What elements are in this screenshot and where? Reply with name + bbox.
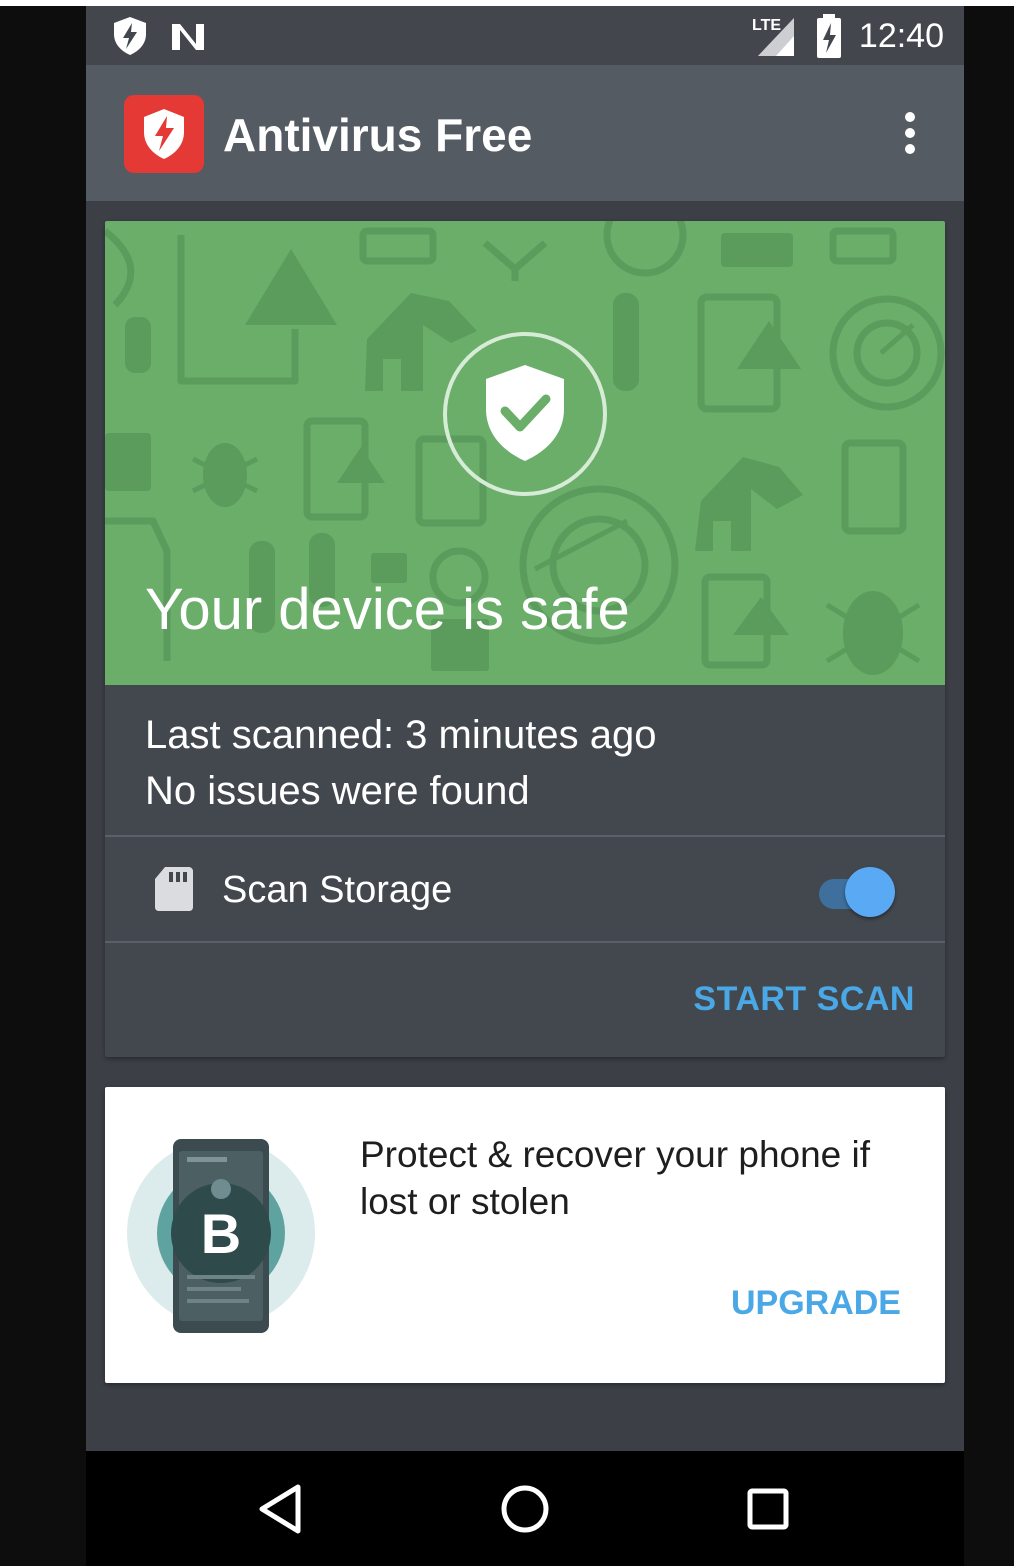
app-shield-logo-icon — [124, 95, 204, 173]
toggle-thumb[interactable] — [845, 867, 895, 917]
promo-text: Protect & recover your phone if lost or … — [360, 1134, 871, 1222]
back-icon[interactable] — [252, 1479, 312, 1539]
safe-status-title: Your device is safe — [145, 577, 630, 642]
svg-text:LTE: LTE — [752, 17, 781, 34]
upgrade-promo-card: B Protect & recover your phone if lost o… — [105, 1087, 945, 1383]
start-scan-button[interactable]: START SCAN — [693, 979, 915, 1019]
navigation-bar — [86, 1451, 964, 1566]
brand-b-logo-icon: B — [201, 1202, 241, 1265]
divider — [105, 941, 945, 943]
shield-check-icon — [443, 332, 607, 496]
issues-text: No issues were found — [145, 769, 530, 813]
phone-b-logo-illustration: B — [127, 1139, 315, 1333]
last-scanned-text: Last scanned: 3 minutes ago — [145, 713, 657, 757]
app-title: Antivirus Free — [223, 109, 533, 161]
status-time: 12:40 — [858, 17, 944, 55]
status-card: Your device is safe Last scanned: 3 minu… — [105, 221, 945, 1057]
phone-screen: LTE 12:40 Antivirus Free Your device is … — [86, 6, 964, 1566]
scan-storage-toggle[interactable] — [817, 863, 899, 917]
status-bar: LTE 12:40 — [86, 6, 964, 65]
right-bezel — [964, 6, 1014, 1566]
content-background — [86, 1393, 964, 1453]
n-notification-icon — [168, 14, 208, 63]
upgrade-button[interactable]: UPGRADE — [731, 1283, 901, 1323]
recents-icon[interactable] — [738, 1479, 798, 1539]
shield-notification-icon — [108, 14, 152, 63]
scan-storage-row[interactable]: Scan Storage — [105, 837, 945, 941]
more-vert-icon[interactable] — [892, 109, 928, 157]
left-bezel — [0, 6, 86, 1566]
scan-info: Last scanned: 3 minutes ago No issues we… — [105, 685, 945, 835]
sd-card-icon — [153, 865, 193, 918]
scan-storage-label: Scan Storage — [222, 869, 453, 911]
home-icon[interactable] — [495, 1479, 555, 1539]
app-bar: Antivirus Free — [86, 65, 964, 201]
lte-signal-icon: LTE — [750, 12, 798, 63]
battery-charging-icon — [814, 12, 844, 65]
safe-hero-banner: Your device is safe — [105, 221, 945, 685]
